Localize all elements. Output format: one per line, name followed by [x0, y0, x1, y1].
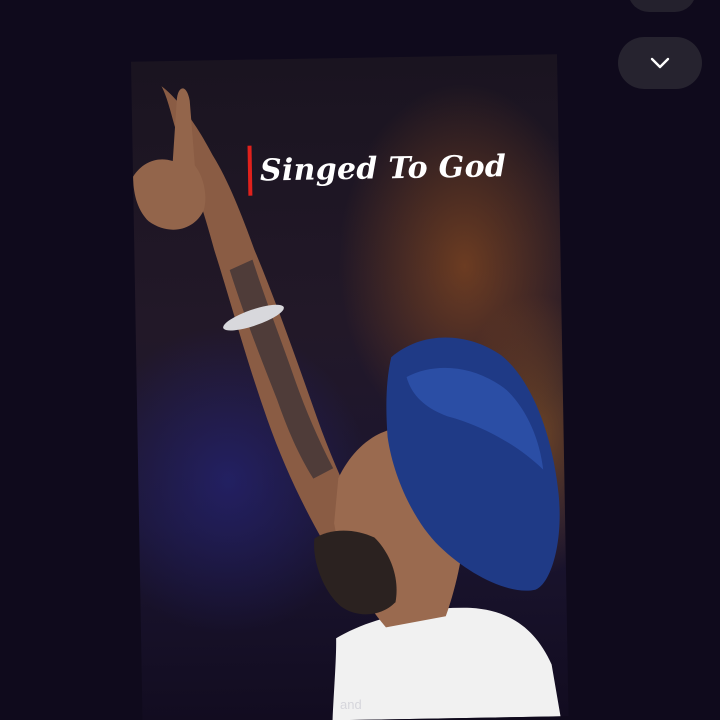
- video-caption: Singed To God: [247, 141, 507, 196]
- chevron-down-icon: [649, 56, 671, 70]
- video-frame[interactable]: Singed To God: [131, 54, 569, 720]
- caption-accent-bar: [247, 145, 253, 196]
- subtitle-text: and: [340, 697, 362, 712]
- caption-text: Singed To God: [259, 148, 507, 188]
- story-viewer: Singed To God and: [0, 0, 720, 720]
- top-pill-button[interactable]: [628, 0, 696, 12]
- collapse-button[interactable]: [618, 37, 702, 89]
